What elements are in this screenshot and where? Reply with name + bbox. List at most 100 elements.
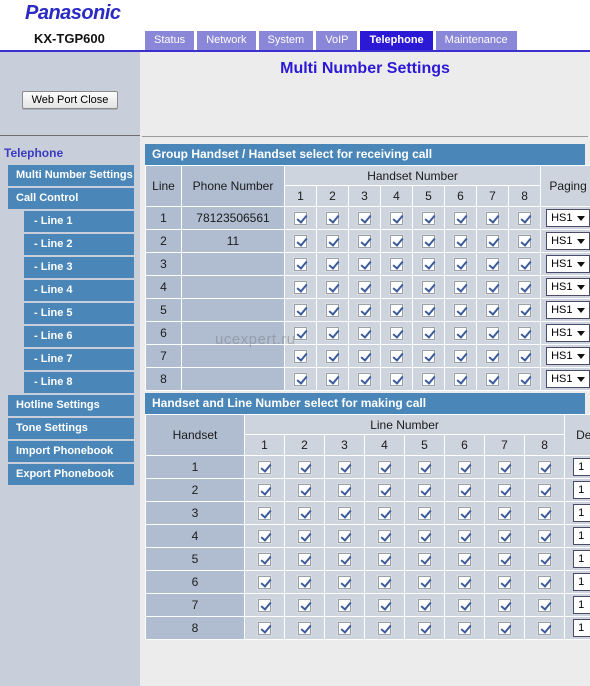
- checkmark-icon[interactable]: [457, 506, 472, 522]
- checkmark-icon[interactable]: [337, 621, 352, 637]
- checkmark-icon[interactable]: [377, 483, 392, 499]
- checkbox-cell[interactable]: [284, 570, 325, 594]
- checkmark-icon[interactable]: [257, 621, 272, 637]
- paging-select[interactable]: HS1: [546, 255, 590, 273]
- checkbox-cell[interactable]: [444, 570, 485, 594]
- checkmark-icon[interactable]: [421, 280, 436, 296]
- checkbox-cell[interactable]: [476, 252, 509, 276]
- checkmark-icon[interactable]: [325, 372, 340, 388]
- default-cell[interactable]: 1: [564, 570, 590, 594]
- checkmark-icon[interactable]: [325, 326, 340, 342]
- checkbox-cell[interactable]: [324, 570, 365, 594]
- checkbox-cell[interactable]: [284, 455, 325, 479]
- sidebar-item-line-5[interactable]: - Line 5: [24, 303, 134, 324]
- checkmark-icon[interactable]: [497, 529, 512, 545]
- checkmark-icon[interactable]: [537, 621, 553, 637]
- checkbox-cell[interactable]: [324, 524, 365, 548]
- checkbox-cell[interactable]: [484, 478, 525, 502]
- checkmark-icon[interactable]: [417, 460, 432, 476]
- checkmark-icon[interactable]: [497, 506, 512, 522]
- checkmark-icon[interactable]: [457, 483, 472, 499]
- checkbox-cell[interactable]: [444, 501, 485, 525]
- checkmark-icon[interactable]: [453, 326, 468, 342]
- checkbox-cell[interactable]: [364, 547, 405, 571]
- checkbox-cell[interactable]: [348, 206, 381, 230]
- tab-status[interactable]: Status: [145, 31, 195, 50]
- checkmark-icon[interactable]: [517, 303, 533, 319]
- default-select[interactable]: 1: [573, 619, 590, 637]
- checkbox-cell[interactable]: [284, 229, 317, 253]
- checkbox-cell[interactable]: [324, 501, 365, 525]
- sidebar-item-line-7[interactable]: - Line 7: [24, 349, 134, 370]
- checkmark-icon[interactable]: [377, 552, 392, 568]
- checkbox-cell[interactable]: [484, 616, 525, 640]
- checkbox-cell[interactable]: [284, 367, 317, 391]
- checkmark-icon[interactable]: [389, 257, 404, 273]
- checkbox-cell[interactable]: [404, 570, 445, 594]
- checkmark-icon[interactable]: [421, 257, 436, 273]
- checkbox-cell[interactable]: [404, 616, 445, 640]
- checkbox-cell[interactable]: [244, 547, 285, 571]
- paging-cell[interactable]: HS1: [540, 344, 590, 368]
- checkmark-icon[interactable]: [485, 234, 500, 250]
- tab-telephone[interactable]: Telephone: [360, 31, 433, 50]
- checkmark-icon[interactable]: [457, 575, 472, 591]
- checkbox-cell[interactable]: [316, 344, 349, 368]
- checkmark-icon[interactable]: [417, 552, 432, 568]
- checkmark-icon[interactable]: [325, 280, 340, 296]
- checkbox-cell[interactable]: [444, 275, 477, 299]
- checkmark-icon[interactable]: [453, 280, 468, 296]
- chevron-down-icon[interactable]: [577, 331, 586, 336]
- checkmark-icon[interactable]: [257, 506, 272, 522]
- paging-cell[interactable]: HS1: [540, 252, 590, 276]
- checkbox-cell[interactable]: [523, 547, 566, 571]
- default-cell[interactable]: 1: [564, 547, 590, 571]
- checkmark-icon[interactable]: [497, 483, 512, 499]
- checkmark-icon[interactable]: [389, 372, 404, 388]
- checkbox-cell[interactable]: [444, 298, 477, 322]
- checkmark-icon[interactable]: [485, 303, 500, 319]
- checkmark-icon[interactable]: [297, 575, 312, 591]
- paging-cell[interactable]: HS1: [540, 206, 590, 230]
- paging-cell[interactable]: HS1: [540, 367, 590, 391]
- checkbox-cell[interactable]: [364, 570, 405, 594]
- checkmark-icon[interactable]: [517, 326, 533, 342]
- checkbox-cell[interactable]: [324, 455, 365, 479]
- checkmark-icon[interactable]: [417, 483, 432, 499]
- checkbox-cell[interactable]: [507, 275, 542, 299]
- checkmark-icon[interactable]: [293, 303, 308, 319]
- checkmark-icon[interactable]: [389, 303, 404, 319]
- checkbox-cell[interactable]: [380, 252, 413, 276]
- checkbox-cell[interactable]: [444, 344, 477, 368]
- checkbox-cell[interactable]: [404, 547, 445, 571]
- sidebar-item-multi-number-settings[interactable]: Multi Number Settings: [8, 165, 134, 186]
- checkbox-cell[interactable]: [380, 367, 413, 391]
- checkbox-cell[interactable]: [316, 321, 349, 345]
- paging-cell[interactable]: HS1: [540, 321, 590, 345]
- checkbox-cell[interactable]: [523, 501, 566, 525]
- checkbox-cell[interactable]: [348, 275, 381, 299]
- checkbox-cell[interactable]: [523, 524, 566, 548]
- checkmark-icon[interactable]: [297, 598, 312, 614]
- sidebar-item-call-control[interactable]: Call Control: [8, 188, 134, 209]
- checkbox-cell[interactable]: [484, 547, 525, 571]
- checkbox-cell[interactable]: [444, 616, 485, 640]
- checkbox-cell[interactable]: [348, 344, 381, 368]
- checkbox-cell[interactable]: [404, 524, 445, 548]
- checkbox-cell[interactable]: [316, 206, 349, 230]
- checkbox-cell[interactable]: [284, 478, 325, 502]
- checkmark-icon[interactable]: [389, 326, 404, 342]
- checkbox-cell[interactable]: [284, 206, 317, 230]
- checkmark-icon[interactable]: [417, 575, 432, 591]
- checkbox-cell[interactable]: [404, 455, 445, 479]
- checkbox-cell[interactable]: [316, 298, 349, 322]
- checkbox-cell[interactable]: [364, 455, 405, 479]
- checkmark-icon[interactable]: [357, 257, 372, 273]
- checkmark-icon[interactable]: [337, 552, 352, 568]
- checkmark-icon[interactable]: [293, 211, 308, 227]
- checkbox-cell[interactable]: [507, 229, 542, 253]
- checkbox-cell[interactable]: [412, 252, 445, 276]
- checkmark-icon[interactable]: [457, 460, 472, 476]
- checkbox-cell[interactable]: [507, 206, 542, 230]
- checkbox-cell[interactable]: [444, 367, 477, 391]
